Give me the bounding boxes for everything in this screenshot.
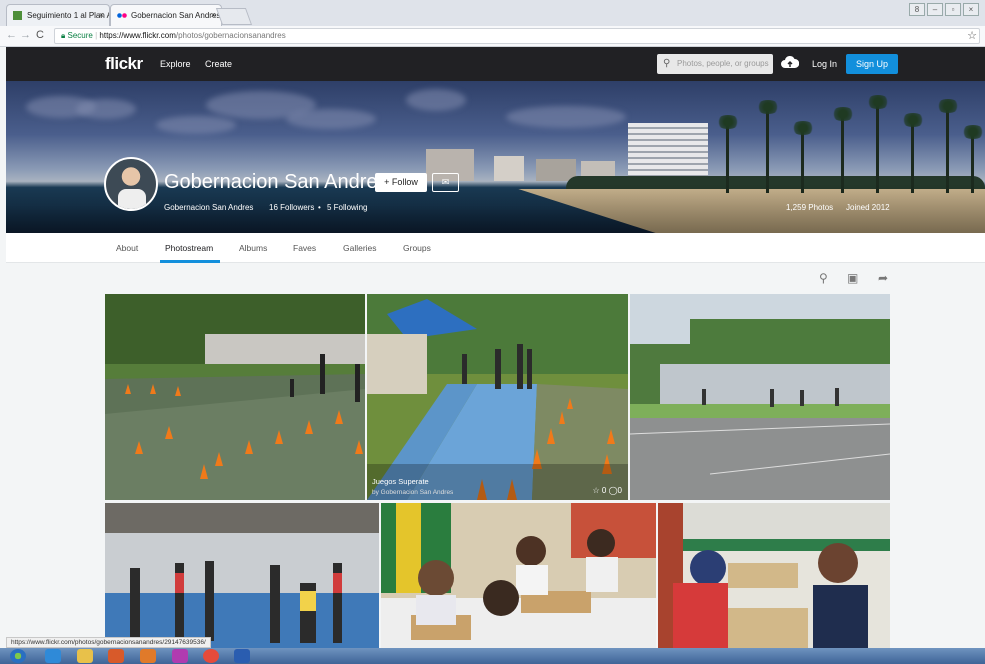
chess-players-image: [381, 503, 656, 648]
avatar[interactable]: [104, 157, 158, 211]
tab-about[interactable]: About: [116, 243, 138, 253]
tab-albums[interactable]: Albums: [239, 243, 267, 253]
cover-photo: [6, 81, 985, 233]
slideshow-icon[interactable]: ▣: [847, 271, 858, 285]
following-link[interactable]: 5 Following: [327, 203, 367, 212]
lock-icon: 🔒︎: [61, 31, 66, 40]
flickr-header: flickr Explore Create ⚲ Photos, people, …: [6, 47, 985, 81]
photo-title[interactable]: Juegos Superate: [372, 477, 429, 486]
photo-tile[interactable]: [658, 503, 890, 648]
flickr-favicon-icon: [117, 11, 127, 20]
tab-galleries[interactable]: Galleries: [343, 243, 377, 253]
joined-year: Joined 2012: [846, 203, 890, 212]
search-photos-icon[interactable]: ⚲: [819, 271, 828, 285]
restore-icon[interactable]: ▫: [945, 3, 961, 16]
login-link[interactable]: Log In: [812, 59, 837, 69]
upload-cloud-icon[interactable]: [781, 55, 800, 71]
media-player-icon[interactable]: [108, 649, 124, 663]
follow-button[interactable]: + Follow: [375, 173, 427, 192]
status-url: https://www.flickr.com/photos/gobernacio…: [6, 637, 211, 648]
url-host: https://www.flickr.com: [99, 31, 176, 40]
search-placeholder: Photos, people, or groups: [677, 59, 769, 68]
photo-tile[interactable]: [105, 294, 365, 500]
fave-star-icon[interactable]: ☆: [593, 486, 600, 495]
close-window-icon[interactable]: ×: [963, 3, 979, 16]
tab-label: Seguimiento 1 al Plan A: [27, 11, 110, 20]
start-button-icon[interactable]: [10, 649, 26, 663]
url-input[interactable]: 🔒︎ Secure | https://www.flickr.com/photo…: [54, 28, 980, 44]
track-runners-image: [367, 294, 628, 500]
comment-count: 0: [617, 486, 622, 495]
stadium-athletes-image: [105, 503, 379, 648]
photo-tile[interactable]: [381, 503, 656, 648]
photo-tile[interactable]: Juegos Superate by Gobernacion San Andre…: [367, 294, 628, 500]
profile-subnav: About Photostream Albums Faves Galleries…: [6, 233, 985, 263]
chrome-icon[interactable]: [203, 649, 219, 663]
followers-link[interactable]: 16 Followers: [269, 203, 314, 212]
sheets-favicon-icon: [13, 11, 22, 20]
window-controls: 8 – ▫ ×: [909, 3, 979, 16]
ie-icon[interactable]: [45, 649, 61, 663]
active-tab-indicator: [160, 260, 220, 263]
bookmark-star-icon[interactable]: ☆: [967, 29, 977, 42]
address-bar: ← → C 🔒︎ Secure | https://www.flickr.com…: [0, 26, 985, 47]
search-input[interactable]: ⚲ Photos, people, or groups: [657, 54, 773, 74]
photo-owner[interactable]: by Gobernacion San Andres: [372, 489, 453, 496]
share-icon[interactable]: ➦: [878, 271, 888, 285]
firefox-icon[interactable]: [140, 649, 156, 663]
chess-boys-image: [658, 503, 890, 648]
url-path: /photos/gobernacionsanandres: [175, 31, 286, 40]
secure-label: Secure: [67, 31, 93, 40]
browser-tab-flickr[interactable]: Gobernacion San Andres ×: [110, 4, 222, 26]
photo-counts: ☆ 0 ◯0: [593, 486, 623, 495]
profile-name: Gobernacion San Andres: [164, 171, 388, 193]
new-tab-button[interactable]: [215, 8, 253, 25]
back-icon[interactable]: ←: [6, 29, 17, 41]
photo-count: 1,259 Photos: [786, 203, 834, 212]
tab-photostream[interactable]: Photostream: [165, 243, 213, 253]
forward-icon[interactable]: →: [20, 29, 31, 41]
flickr-logo[interactable]: flickr: [105, 54, 143, 74]
browser-tab-bar: Seguimiento 1 al Plan A × Gobernacion Sa…: [0, 0, 985, 26]
word-icon[interactable]: [234, 649, 250, 663]
search-icon: ⚲: [663, 58, 671, 69]
tab-label: Gobernacion San Andres: [131, 11, 221, 20]
tab-groups[interactable]: Groups: [403, 243, 431, 253]
reload-icon[interactable]: C: [36, 29, 44, 41]
signup-button[interactable]: Sign Up: [846, 54, 898, 74]
taskbar: [0, 648, 985, 664]
user-profile-icon[interactable]: 8: [909, 3, 925, 16]
nav-create[interactable]: Create: [205, 59, 232, 69]
field-cones-image: [105, 294, 365, 500]
minimize-icon[interactable]: –: [927, 3, 943, 16]
photo-tile[interactable]: [630, 294, 890, 500]
app-icon[interactable]: [172, 649, 188, 663]
court-image: [630, 294, 890, 500]
separator-dot: •: [318, 203, 321, 212]
tab-faves[interactable]: Faves: [293, 243, 316, 253]
close-tab-icon[interactable]: ×: [99, 10, 104, 20]
comment-icon[interactable]: ◯: [609, 486, 618, 495]
profile-username: Gobernacion San Andres: [164, 203, 254, 212]
fave-count: 0: [601, 486, 607, 495]
close-tab-icon[interactable]: ×: [211, 10, 216, 20]
nav-explore[interactable]: Explore: [160, 59, 191, 69]
photo-tile[interactable]: [105, 503, 379, 648]
mail-icon[interactable]: ✉: [432, 173, 459, 192]
browser-tab-seguimiento[interactable]: Seguimiento 1 al Plan A ×: [6, 4, 110, 26]
folder-icon[interactable]: [77, 649, 93, 663]
